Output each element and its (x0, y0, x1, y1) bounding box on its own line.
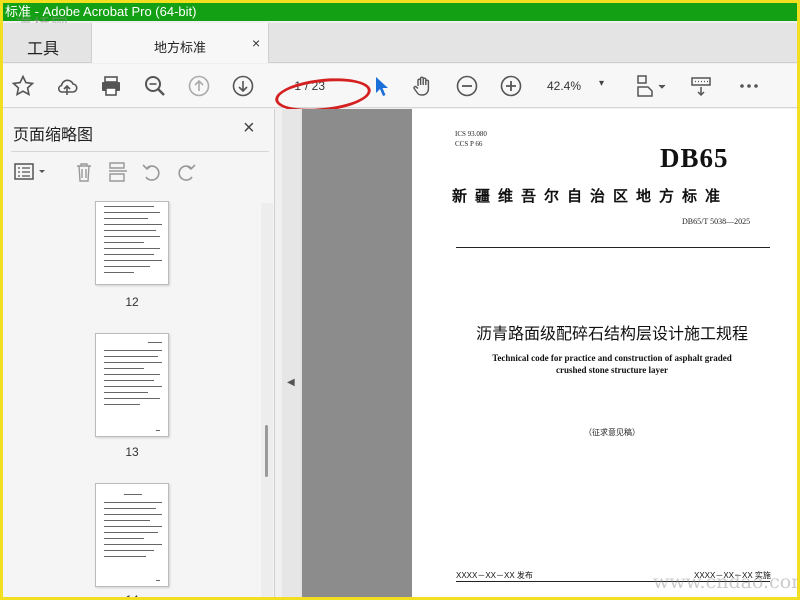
zoom-in-icon[interactable] (497, 72, 525, 100)
page-thumbnails-panel: 页面缩略图 × 12 13 14 (3, 109, 275, 600)
delete-page-icon[interactable] (73, 161, 97, 185)
watermark-bottom: www.cndao.com (653, 571, 800, 593)
zoom-search-icon[interactable] (141, 72, 169, 100)
tab-bar: 工具 地方标准 × (3, 23, 797, 63)
ics-codes: ICS 93.080 CCS P 66 (455, 129, 487, 149)
thumbnail-scrollbar[interactable] (261, 203, 273, 597)
document-title-en-line1: Technical code for practice and construc… (492, 353, 732, 363)
next-page-icon[interactable] (229, 72, 257, 100)
app-window: 标准 - Adobe Acrobat Pro (64-bit) 道桥网 工具 地… (0, 0, 800, 600)
thumbnail-list: 12 13 14 (3, 201, 261, 600)
panel-splitter[interactable]: ◀ (282, 109, 300, 597)
standard-number: DB65/T 5038—2025 (682, 217, 751, 226)
panel-toolbar (11, 159, 269, 189)
title-bar: 标准 - Adobe Acrobat Pro (64-bit) (3, 3, 797, 21)
zoom-level-value: 42.4% (547, 79, 582, 93)
page-thumbnail-13[interactable] (95, 333, 169, 437)
db65-logo: DB65 (660, 143, 729, 173)
page-thumbnail-14[interactable] (95, 483, 169, 587)
cloud-upload-icon[interactable] (53, 72, 81, 100)
toolbar: 1 / 23 42.4% ▾ (3, 64, 797, 116)
hand-tool-icon[interactable] (409, 72, 437, 100)
panel-close-icon[interactable]: × (243, 117, 255, 140)
thumbnail-page-number: 13 (125, 445, 139, 459)
document-background (302, 109, 412, 597)
document-title-cn: 沥青路面级配碎石结构层设计施工规程 (475, 326, 748, 343)
document-title-en-line2: crushed stone structure layer (555, 365, 669, 375)
draft-status: （征求意见稿） (584, 428, 640, 437)
print-icon[interactable] (97, 72, 125, 100)
page-thumbnail-12[interactable] (95, 201, 169, 285)
thumbnail-page-number: 14 (125, 593, 139, 600)
tab-document[interactable]: 地方标准 × (91, 23, 269, 63)
zoom-out-icon[interactable] (453, 72, 481, 100)
collapse-panel-icon[interactable]: ◀ (287, 377, 295, 388)
panel-divider (11, 151, 269, 152)
rotate-left-icon[interactable] (141, 161, 165, 185)
page-layout-icon[interactable] (631, 72, 669, 100)
zoom-level-select[interactable]: 42.4% ▾ (541, 74, 613, 98)
insert-page-icon[interactable] (107, 161, 131, 185)
previous-page-icon[interactable] (185, 72, 213, 100)
document-view: ICS 93.080 CCS P 66 DB65 新疆维吾尔自治区地方标准 DB… (300, 109, 797, 597)
ics-code: ICS 93.080 (455, 130, 487, 138)
select-cursor-icon[interactable] (367, 72, 395, 100)
header-rule (456, 247, 770, 248)
region-standard-title: 新疆维吾尔自治区地方标准 (452, 188, 729, 205)
chevron-down-icon: ▾ (599, 78, 605, 89)
ccs-code: CCS P 66 (455, 140, 483, 148)
more-options-icon[interactable] (735, 72, 763, 100)
scrollbar-thumb[interactable] (265, 425, 268, 477)
thumbnail-options-icon[interactable] (13, 161, 51, 185)
pdf-page: ICS 93.080 CCS P 66 DB65 新疆维吾尔自治区地方标准 DB… (412, 109, 797, 597)
panel-title: 页面缩略图 (13, 127, 94, 144)
publish-date: XXXX－XX－XX 发布 (456, 571, 533, 580)
tab-tools[interactable]: 工具 (3, 23, 91, 63)
scroll-mode-icon[interactable] (687, 72, 715, 100)
bookmark-star-icon[interactable] (9, 72, 37, 100)
rotate-right-icon[interactable] (175, 161, 199, 185)
thumbnail-page-number: 12 (125, 295, 139, 309)
tab-document-label: 地方标准 (154, 40, 207, 55)
tab-close-icon[interactable]: × (252, 35, 260, 51)
